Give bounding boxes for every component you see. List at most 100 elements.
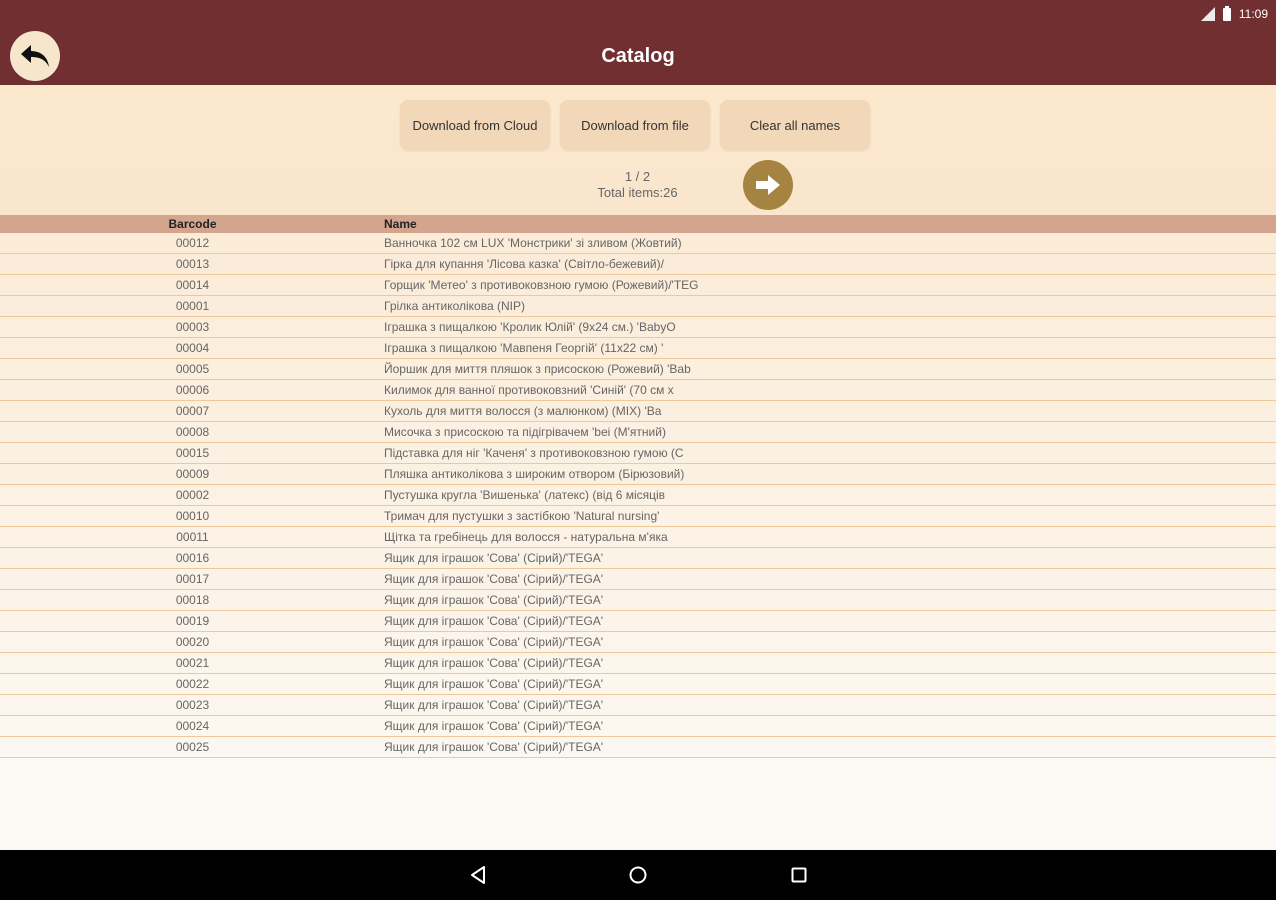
row-barcode: 00012 xyxy=(175,236,210,250)
app-bar: Catalog xyxy=(0,28,1276,85)
nav-home-button[interactable] xyxy=(626,863,650,887)
download-from-file-button[interactable]: Download from file xyxy=(560,100,710,150)
table-row[interactable]: 00010 Тримач для пустушки з застібкою 'Na… xyxy=(0,506,1276,527)
nav-recents-icon xyxy=(791,867,807,883)
table-row[interactable]: 00023 Ящик для іграшок 'Сова' (Сірий)/'TE… xyxy=(0,695,1276,716)
row-name: Ящик для іграшок 'Сова' (Сірий)/'TEGA' xyxy=(384,551,604,565)
next-page-button[interactable] xyxy=(743,160,793,210)
row-barcode: 00014 xyxy=(175,278,210,292)
row-name: Кухоль для миття волосся (з малюнком) (M… xyxy=(384,404,662,418)
row-barcode: 00008 xyxy=(175,425,210,439)
table-row[interactable]: 00025 Ящик для іграшок 'Сова' (Сірий)/'TE… xyxy=(0,737,1276,758)
table-row[interactable]: 00012 Ванночка 102 см LUX 'Монстрики' зі … xyxy=(0,233,1276,254)
signal-icon xyxy=(1200,7,1215,21)
nav-back-button[interactable] xyxy=(466,863,490,887)
pager-info: 1 / 2 Total items:26 xyxy=(560,169,715,201)
row-name: Ящик для іграшок 'Сова' (Сірий)/'TEGA' xyxy=(384,719,604,733)
header-name: Name xyxy=(384,217,417,231)
row-name: Ящик для іграшок 'Сова' (Сірий)/'TEGA' xyxy=(384,593,604,607)
row-name: Пляшка антиколікова з широким отвором (Б… xyxy=(384,467,685,481)
row-name: Пустушка кругла 'Вишенька' (латекс) (від… xyxy=(384,488,666,502)
back-button[interactable] xyxy=(10,31,60,81)
header-barcode: Barcode xyxy=(168,217,217,231)
row-name: Грілка антиколікова (NIP) xyxy=(384,299,525,313)
table-row[interactable]: 00004 Іграшка з пищалкою 'Мавпеня Георгій… xyxy=(0,338,1276,359)
row-barcode: 00017 xyxy=(175,572,210,586)
row-barcode: 00025 xyxy=(175,740,210,754)
row-name: Йоршик для миття пляшок з присоскою (Рож… xyxy=(384,362,691,376)
table-row[interactable]: 00007 Кухоль для миття волосся (з малюнко… xyxy=(0,401,1276,422)
row-name: Іграшка з пищалкою 'Мавпеня Георгій' (11… xyxy=(384,341,664,355)
row-name: Тримач для пустушки з застібкою 'Natural… xyxy=(384,509,660,523)
table-row[interactable]: 00001 Грілка антиколікова (NIP) xyxy=(0,296,1276,317)
battery-icon xyxy=(1222,5,1231,21)
row-barcode: 00021 xyxy=(175,656,210,670)
status-bar: 11:09 xyxy=(0,0,1276,28)
total-items: Total items:26 xyxy=(597,185,678,200)
table-row[interactable]: 00003 Іграшка з пищалкою 'Кролик Юлій' (9… xyxy=(0,317,1276,338)
row-barcode: 00019 xyxy=(175,614,210,628)
nav-home-icon xyxy=(629,866,647,884)
table-row[interactable]: 00008 Мисочка з присоскою та підігрівачем… xyxy=(0,422,1276,443)
nav-back-icon xyxy=(471,866,485,884)
row-name: Ящик для іграшок 'Сова' (Сірий)/'TEGA' xyxy=(384,635,604,649)
row-name: Іграшка з пищалкою 'Кролик Юлій' (9x24 с… xyxy=(384,320,676,334)
row-barcode: 00022 xyxy=(175,677,210,691)
clear-all-names-button[interactable]: Clear all names xyxy=(720,100,870,150)
nav-recents-button[interactable] xyxy=(787,863,811,887)
row-barcode: 00006 xyxy=(175,383,210,397)
table-row[interactable]: 00002 Пустушка кругла 'Вишенька' (латекс)… xyxy=(0,485,1276,506)
empty-area xyxy=(0,758,1276,850)
table-row[interactable]: 00013 Гірка для купання 'Лісова казка' (С… xyxy=(0,254,1276,275)
row-barcode: 00003 xyxy=(175,320,210,334)
table-row[interactable]: 00011 Щітка та гребінець для волосся - на… xyxy=(0,527,1276,548)
row-barcode: 00024 xyxy=(175,719,210,733)
row-barcode: 00013 xyxy=(175,257,210,271)
table-row[interactable]: 00021 Ящик для іграшок 'Сова' (Сірий)/'TE… xyxy=(0,653,1276,674)
row-name: Ящик для іграшок 'Сова' (Сірий)/'TEGA' xyxy=(384,614,604,628)
system-nav-bar xyxy=(0,850,1276,900)
row-name: Підставка для ніг 'Каченя' з противоковз… xyxy=(384,446,684,460)
table-header: Barcode Name xyxy=(0,215,1276,233)
table-row[interactable]: 00018 Ящик для іграшок 'Сова' (Сірий)/'TE… xyxy=(0,590,1276,611)
row-name: Горщик 'Метео' з противоковзною гумою (Р… xyxy=(384,278,699,292)
row-name: Ящик для іграшок 'Сова' (Сірий)/'TEGA' xyxy=(384,572,604,586)
table-row[interactable]: 00016 Ящик для іграшок 'Сова' (Сірий)/'TE… xyxy=(0,548,1276,569)
page-indicator: 1 / 2 xyxy=(624,169,651,184)
row-name: Ванночка 102 см LUX 'Монстрики' зі зливо… xyxy=(384,236,682,250)
row-barcode: 00005 xyxy=(175,362,210,376)
controls-panel: Download from Cloud Download from file C… xyxy=(0,85,1276,215)
table-row[interactable]: 00015 Підставка для ніг 'Каченя' з против… xyxy=(0,443,1276,464)
table-row[interactable]: 00024 Ящик для іграшок 'Сова' (Сірий)/'TE… xyxy=(0,716,1276,737)
table-row[interactable]: 00022 Ящик для іграшок 'Сова' (Сірий)/'TE… xyxy=(0,674,1276,695)
row-barcode: 00018 xyxy=(175,593,210,607)
catalog-list: 00012 Ванночка 102 см LUX 'Монстрики' зі … xyxy=(0,233,1276,758)
table-row[interactable]: 00019 Ящик для іграшок 'Сова' (Сірий)/'TE… xyxy=(0,611,1276,632)
arrow-right-icon xyxy=(756,175,780,195)
row-name: Мисочка з присоскою та підігрівачем 'bei… xyxy=(384,425,666,439)
table-row[interactable]: 00014 Горщик 'Метео' з противоковзною гум… xyxy=(0,275,1276,296)
row-barcode: 00023 xyxy=(175,698,210,712)
row-barcode: 00020 xyxy=(175,635,210,649)
status-time: 11:09 xyxy=(1238,7,1268,21)
row-barcode: 00016 xyxy=(175,551,210,565)
row-barcode: 00007 xyxy=(175,404,210,418)
row-barcode: 00004 xyxy=(175,341,210,355)
table-row[interactable]: 00017 Ящик для іграшок 'Сова' (Сірий)/'TE… xyxy=(0,569,1276,590)
row-barcode: 00002 xyxy=(175,488,210,502)
table-row[interactable]: 00005 Йоршик для миття пляшок з присоскою… xyxy=(0,359,1276,380)
row-name: Килимок для ванної противоковзний 'Синій… xyxy=(384,383,674,397)
row-name: Ящик для іграшок 'Сова' (Сірий)/'TEGA' xyxy=(384,698,604,712)
table-row[interactable]: 00009 Пляшка антиколікова з широким отвор… xyxy=(0,464,1276,485)
table-row[interactable]: 00020 Ящик для іграшок 'Сова' (Сірий)/'TE… xyxy=(0,632,1276,653)
row-barcode: 00010 xyxy=(175,509,210,523)
row-barcode: 00009 xyxy=(175,467,210,481)
row-name: Ящик для іграшок 'Сова' (Сірий)/'TEGA' xyxy=(384,677,604,691)
row-barcode: 00011 xyxy=(176,530,209,544)
download-from-cloud-button[interactable]: Download from Cloud xyxy=(400,100,550,150)
row-name: Щітка та гребінець для волосся - натурал… xyxy=(384,530,668,544)
row-barcode: 00001 xyxy=(175,299,210,313)
row-name: Ящик для іграшок 'Сова' (Сірий)/'TEGA' xyxy=(384,740,604,754)
table-row[interactable]: 00006 Килимок для ванної противоковзний '… xyxy=(0,380,1276,401)
page-title: Catalog xyxy=(601,45,675,67)
